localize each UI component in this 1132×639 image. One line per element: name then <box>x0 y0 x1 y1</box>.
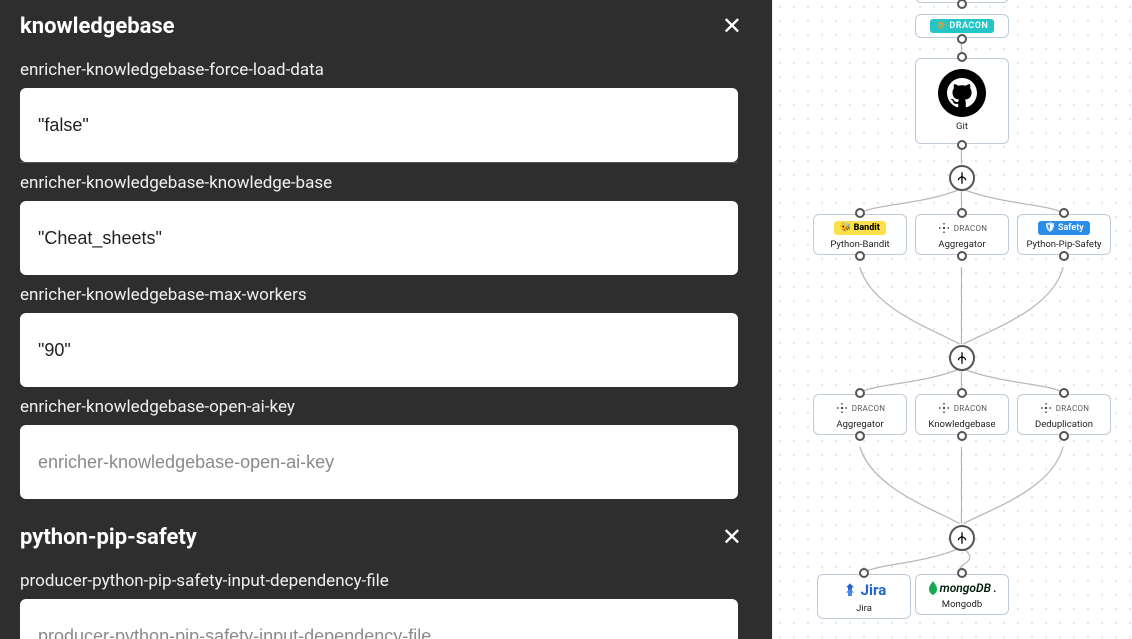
dracon-icon: DRACON <box>1022 401 1106 415</box>
node-caption: Jira <box>822 603 906 614</box>
node-caption: Git <box>920 121 1004 132</box>
node-caption: Python-Bandit <box>818 239 902 250</box>
field-label: enricher-knowledgebase-open-ai-key <box>20 397 752 417</box>
field-label: enricher-knowledgebase-knowledge-base <box>20 173 752 193</box>
safety-badge: 🛡 Safety <box>1038 221 1089 235</box>
node-mongodb[interactable]: mongoDB. Mongodb <box>915 574 1009 615</box>
pipeline-canvas[interactable]: 🔅DRACON Git 🐝 Bandit Python-Bandit DRACO… <box>772 0 1132 639</box>
close-icon[interactable]: ✕ <box>712 8 752 44</box>
node-caption: Aggregator <box>818 419 902 430</box>
section-header-knowledgebase: knowledgebase ✕ <box>20 0 752 50</box>
node-caption: Deduplication <box>1022 419 1106 430</box>
dracon-icon: DRACON <box>818 401 902 415</box>
node-dracon-top[interactable]: 🔅DRACON <box>915 14 1009 38</box>
dependency-file-input[interactable] <box>20 599 738 639</box>
node-git[interactable]: Git <box>915 58 1009 144</box>
dracon-badge: 🔅DRACON <box>930 19 995 33</box>
node-deduplication[interactable]: DRACON Deduplication <box>1017 394 1111 435</box>
merge-node[interactable] <box>949 165 975 191</box>
node-knowledgebase[interactable]: DRACON Knowledgebase <box>915 394 1009 435</box>
node-python-pip-safety[interactable]: 🛡 Safety Python-Pip-Safety <box>1017 214 1111 255</box>
knowledge-base-input[interactable] <box>20 201 738 275</box>
dracon-icon: DRACON <box>920 221 1004 235</box>
bandit-badge: 🐝 Bandit <box>834 221 886 235</box>
field-label: enricher-knowledgebase-max-workers <box>20 285 752 305</box>
section-title: knowledgebase <box>20 14 175 39</box>
node-aggregator-2[interactable]: DRACON Aggregator <box>813 394 907 435</box>
close-icon[interactable]: ✕ <box>712 519 752 555</box>
node-caption: Knowledgebase <box>920 419 1004 430</box>
jira-icon: Jira <box>822 581 906 599</box>
divider <box>20 162 738 163</box>
node-python-bandit[interactable]: 🐝 Bandit Python-Bandit <box>813 214 907 255</box>
dracon-icon: DRACON <box>920 401 1004 415</box>
node-caption: Aggregator <box>920 239 1004 250</box>
node-aggregator-1[interactable]: DRACON Aggregator <box>915 214 1009 255</box>
node-unknown-top[interactable] <box>915 0 1009 3</box>
node-caption: Python-Pip-Safety <box>1022 239 1106 250</box>
github-icon <box>938 69 986 117</box>
merge-node[interactable] <box>949 345 975 371</box>
field-label: enricher-knowledgebase-force-load-data <box>20 60 752 80</box>
max-workers-input[interactable] <box>20 313 738 387</box>
node-caption: Mongodb <box>920 599 1004 610</box>
node-jira[interactable]: Jira Jira <box>817 574 911 619</box>
open-ai-key-input[interactable] <box>20 425 738 499</box>
section-title: python-pip-safety <box>20 525 197 550</box>
section-header-pip-safety: python-pip-safety ✕ <box>20 511 752 561</box>
merge-node[interactable] <box>949 525 975 551</box>
force-load-data-input[interactable] <box>20 88 738 162</box>
mongodb-icon: mongoDB. <box>920 581 1004 595</box>
field-label: producer-python-pip-safety-input-depende… <box>20 571 752 591</box>
config-panel: knowledgebase ✕ enricher-knowledgebase-f… <box>0 0 772 639</box>
